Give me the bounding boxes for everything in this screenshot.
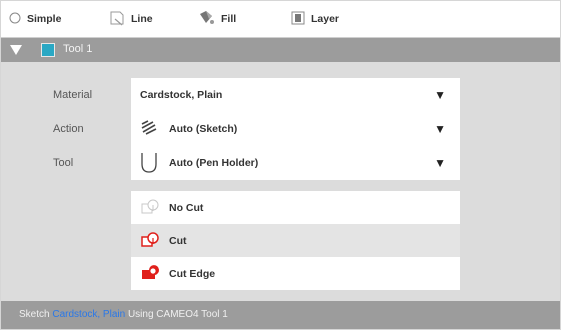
tab-label: Layer (311, 13, 340, 25)
tab-layer[interactable]: Layer (291, 1, 371, 37)
cut-option-label: No Cut (169, 202, 204, 214)
tab-simple[interactable]: Simple (5, 1, 99, 37)
tool-dropdown[interactable]: Auto (Pen Holder) ▼ (131, 146, 460, 180)
cut-option-label: Cut (169, 235, 187, 247)
tool-header[interactable]: Tool 1 (1, 38, 560, 62)
action-value: Auto (Sketch) (169, 123, 238, 135)
tool-color-swatch[interactable] (41, 43, 55, 57)
tab-fill[interactable]: Fill (197, 1, 267, 37)
dropdown-arrow-icon[interactable]: ▼ (434, 156, 446, 170)
tool-name: Tool 1 (63, 43, 93, 55)
cut-option-cut-edge[interactable]: Cut Edge (131, 257, 460, 290)
cut-icon (140, 231, 162, 252)
dropdown-arrow-icon[interactable]: ▼ (434, 88, 446, 102)
collapse-triangle-icon[interactable] (9, 44, 23, 59)
tab-bar: Simple Line Fill Layer (1, 1, 560, 38)
cut-option-no-cut[interactable]: No Cut (131, 191, 460, 224)
cut-options: No Cut Cut Cut Edge (131, 191, 460, 290)
material-value: Cardstock, Plain (140, 89, 223, 101)
cut-settings-panel: Simple Line Fill Layer Tool 1 Material A… (0, 0, 561, 330)
cut-option-cut[interactable]: Cut (131, 224, 460, 257)
no-cut-icon (140, 198, 162, 219)
cut-edge-icon (140, 264, 162, 285)
status-material-link[interactable]: Cardstock, Plain (52, 309, 125, 320)
sketch-icon (139, 118, 159, 141)
fill-icon (197, 10, 215, 29)
layer-icon (291, 11, 305, 28)
line-icon (109, 10, 125, 29)
status-suffix: Using CAMEO4 Tool 1 (127, 309, 228, 320)
tab-label: Fill (221, 13, 237, 25)
tool-value: Auto (Pen Holder) (169, 157, 259, 169)
settings-area: Material Action Tool Cardstock, Plain ▼ … (1, 62, 560, 298)
cut-option-label: Cut Edge (169, 268, 216, 280)
radio-icon (9, 12, 21, 27)
material-label: Material (53, 89, 93, 101)
tab-line[interactable]: Line (109, 1, 189, 37)
tab-label: Simple (27, 13, 62, 25)
action-dropdown[interactable]: Auto (Sketch) ▼ (131, 112, 460, 146)
pen-holder-icon (139, 152, 159, 177)
tool-label: Tool (53, 157, 74, 169)
status-action: Sketch (19, 309, 50, 320)
action-label: Action (53, 123, 84, 135)
material-dropdown[interactable]: Cardstock, Plain ▼ (131, 78, 460, 112)
status-bar: Sketch Cardstock, Plain Using CAMEO4 Too… (1, 301, 560, 329)
settings-dropdowns: Cardstock, Plain ▼ Auto (Sketch) ▼ Auto … (131, 78, 460, 180)
dropdown-arrow-icon[interactable]: ▼ (434, 122, 446, 136)
status-text: Sketch Cardstock, Plain Using CAMEO4 Too… (19, 309, 228, 320)
tab-label: Line (131, 13, 153, 25)
